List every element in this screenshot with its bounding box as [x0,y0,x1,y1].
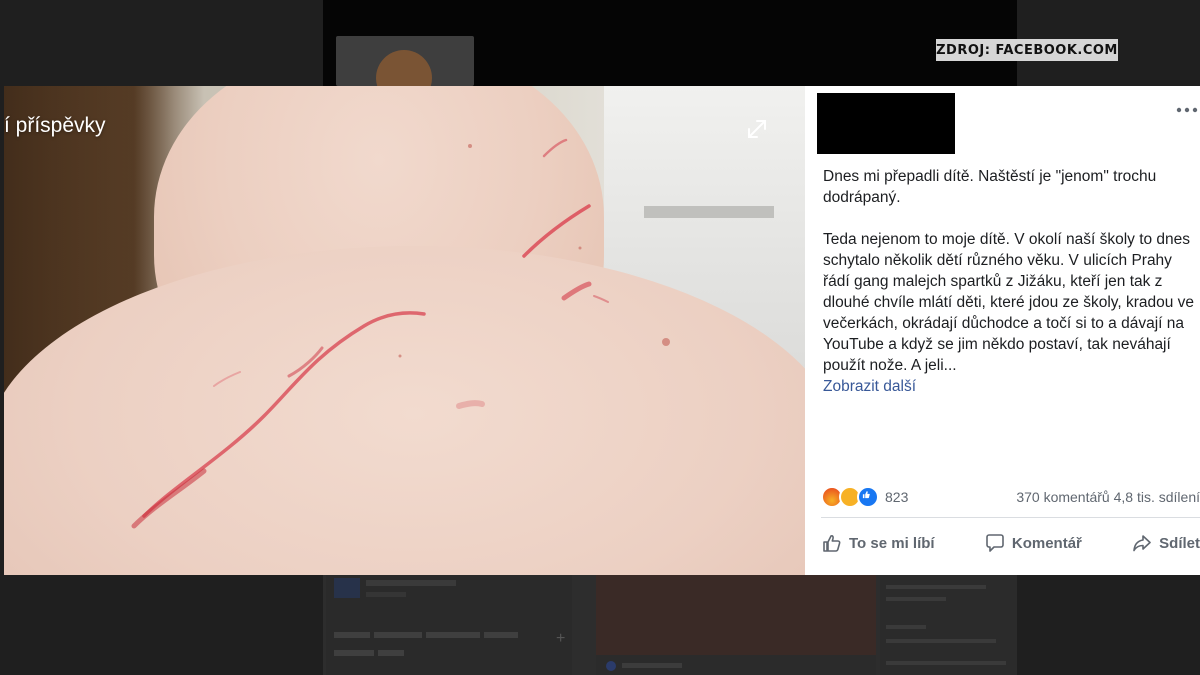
comment-button[interactable]: Komentář [984,532,1082,554]
like-button-label: To se mi líbí [849,534,935,552]
background-mid-card [596,575,876,655]
comment-share-stats[interactable]: 370 komentářů 4,8 tis. sdílení [1016,489,1200,505]
thumbs-up-icon [823,535,841,552]
comment-button-label: Komentář [1011,534,1082,552]
actions-row: To se mi líbí Komentář Sdílet [821,528,1200,558]
post-text: Dnes mi přepadli dítě. Naštěstí je "jeno… [823,166,1195,397]
background-left-subtext [366,592,406,597]
background-left-avatar [334,578,360,598]
photo-overlay-title: í příspěvky [4,114,106,137]
background-right-column [880,575,1017,675]
reactions-row: 823 370 komentářů 4,8 tis. sdílení [821,486,1200,508]
reaction-icons[interactable] [821,486,879,508]
photo-scratches [131,138,670,529]
show-more-link[interactable]: Zobrazit další [823,376,1195,397]
reaction-count[interactable]: 823 [885,489,908,505]
source-label: ZDROJ: FACEBOOK.COM [936,39,1118,61]
share-icon [1133,535,1151,552]
share-button[interactable]: Sdílet [1131,532,1200,554]
background-left-text [366,580,456,586]
share-button-label: Sdílet [1159,534,1200,552]
post-paragraph: Teda nejenom to moje dítě. V okolí naší … [823,231,1195,374]
post-paragraph: Dnes mi přepadli dítě. Naštěstí je "jeno… [823,168,1157,206]
background-avatar [376,50,432,86]
like-button[interactable]: To se mi líbí [821,532,935,554]
background-mid-footer [596,655,876,675]
author-redacted-block [817,93,955,154]
post-sidebar: Dnes mi přepadli dítě. Naštěstí je "jeno… [805,86,1200,575]
comment-icon [986,534,1004,552]
like-reaction-icon [857,486,879,508]
expand-icon[interactable] [744,116,770,142]
background-left-tags [334,629,534,656]
more-options-icon[interactable] [1175,104,1199,116]
background-plus-icon: + [556,630,566,647]
background-profile-card [336,36,474,86]
actions-divider [821,517,1200,518]
